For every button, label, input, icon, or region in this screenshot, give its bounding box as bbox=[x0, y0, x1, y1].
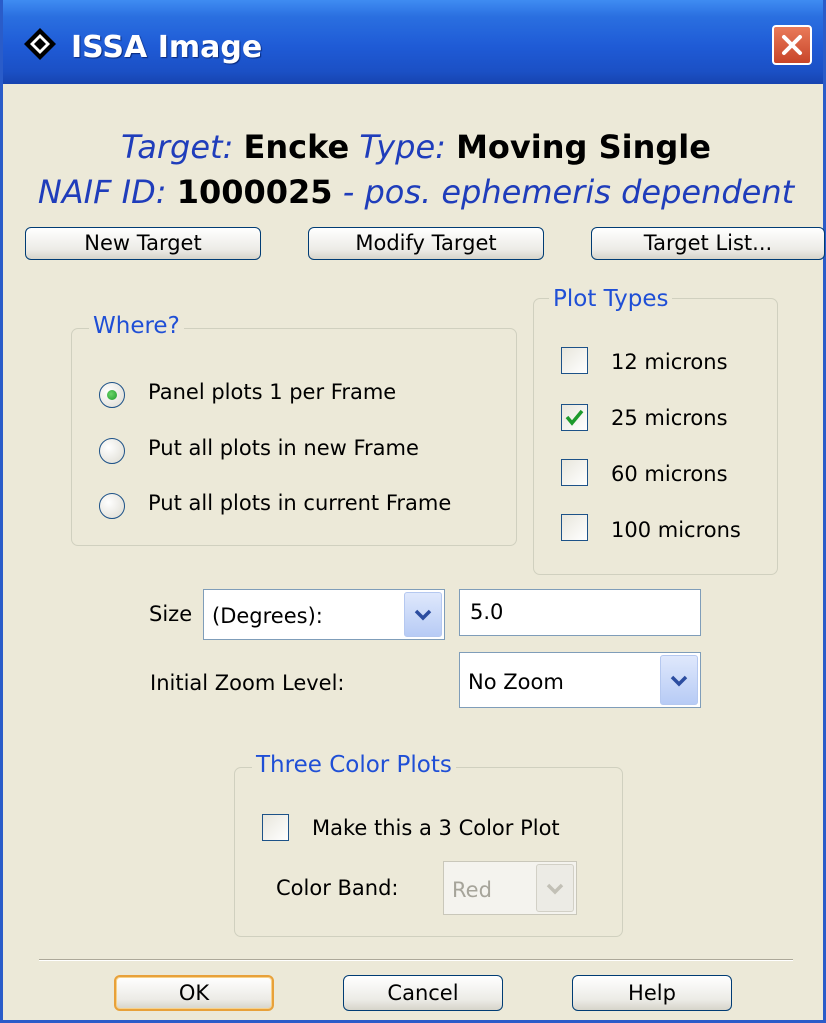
radio-label: Put all plots in new Frame bbox=[148, 436, 419, 460]
radio-button[interactable] bbox=[99, 493, 125, 519]
naif-note: - pos. ephemeris dependent bbox=[342, 173, 795, 211]
radio-label: Put all plots in current Frame bbox=[148, 491, 452, 515]
zoom-level-dropdown[interactable]: No Zoom bbox=[459, 652, 701, 708]
label-25-microns: 25 microns bbox=[611, 406, 728, 430]
label-100-microns: 100 microns bbox=[611, 518, 741, 542]
target-info-line: Target: Encke Type: Moving Single bbox=[3, 128, 826, 166]
zoom-selected: No Zoom bbox=[468, 670, 564, 694]
checkbox-100-microns[interactable] bbox=[561, 514, 588, 541]
naif-label: NAIF ID: bbox=[37, 173, 167, 211]
cancel-button[interactable]: Cancel bbox=[343, 975, 503, 1011]
chevron-down-icon[interactable] bbox=[536, 864, 574, 912]
issa-image-dialog: ISSA Image Target: Encke Type: Moving Si… bbox=[0, 0, 826, 1023]
checkbox-3-color-plot[interactable] bbox=[262, 814, 289, 841]
size-value: 5.0 bbox=[470, 600, 504, 624]
checkbox-60-microns[interactable] bbox=[561, 459, 588, 486]
radio-label: Panel plots 1 per Frame bbox=[148, 380, 397, 404]
help-button[interactable]: Help bbox=[572, 975, 732, 1011]
label-3-color-plot: Make this a 3 Color Plot bbox=[312, 816, 560, 840]
label-12-microns: 12 microns bbox=[611, 350, 728, 374]
color-band-selected: Red bbox=[452, 878, 492, 902]
where-legend: Where? bbox=[89, 313, 184, 339]
close-button[interactable] bbox=[772, 25, 812, 65]
radio-selected-dot bbox=[107, 390, 117, 400]
checkbox-25-microns[interactable] bbox=[561, 404, 588, 431]
checkmark-icon bbox=[565, 409, 584, 426]
title-bar[interactable]: ISSA Image bbox=[3, 0, 823, 84]
radio-panel-plots[interactable]: Panel plots 1 per Frame bbox=[99, 380, 499, 412]
type-label: Type: bbox=[359, 128, 446, 166]
naif-info-line: NAIF ID: 1000025 - pos. ephemeris depend… bbox=[3, 173, 826, 211]
footer-separator bbox=[39, 959, 793, 961]
target-label: Target: bbox=[121, 128, 234, 166]
radio-current-frame[interactable]: Put all plots in current Frame bbox=[99, 491, 499, 523]
chevron-down-icon[interactable] bbox=[404, 592, 442, 637]
size-label: Size bbox=[149, 602, 193, 626]
color-band-label: Color Band: bbox=[276, 876, 399, 900]
size-unit-selected: (Degrees): bbox=[212, 604, 323, 628]
target-list-button[interactable]: Target List... bbox=[591, 227, 825, 260]
naif-value: 1000025 bbox=[176, 173, 333, 211]
radio-button[interactable] bbox=[99, 382, 125, 408]
radio-new-frame[interactable]: Put all plots in new Frame bbox=[99, 436, 499, 468]
size-unit-dropdown[interactable]: (Degrees): bbox=[203, 589, 445, 640]
type-value: Moving Single bbox=[456, 128, 711, 166]
checkbox-12-microns[interactable] bbox=[561, 347, 588, 374]
label-60-microns: 60 microns bbox=[611, 462, 728, 486]
three-color-legend: Three Color Plots bbox=[252, 752, 456, 778]
zoom-label: Initial Zoom Level: bbox=[150, 671, 345, 695]
ok-button[interactable]: OK bbox=[114, 975, 274, 1011]
color-band-dropdown[interactable]: Red bbox=[443, 861, 577, 915]
radio-button[interactable] bbox=[99, 438, 125, 464]
chevron-down-icon[interactable] bbox=[660, 655, 698, 705]
diamond-app-icon bbox=[23, 27, 57, 61]
plot-types-legend: Plot Types bbox=[549, 286, 673, 312]
window-title: ISSA Image bbox=[71, 30, 263, 65]
target-value: Encke bbox=[243, 128, 350, 166]
new-target-button[interactable]: New Target bbox=[25, 227, 261, 260]
size-value-field[interactable]: 5.0 bbox=[459, 589, 701, 636]
modify-target-button[interactable]: Modify Target bbox=[308, 227, 544, 260]
